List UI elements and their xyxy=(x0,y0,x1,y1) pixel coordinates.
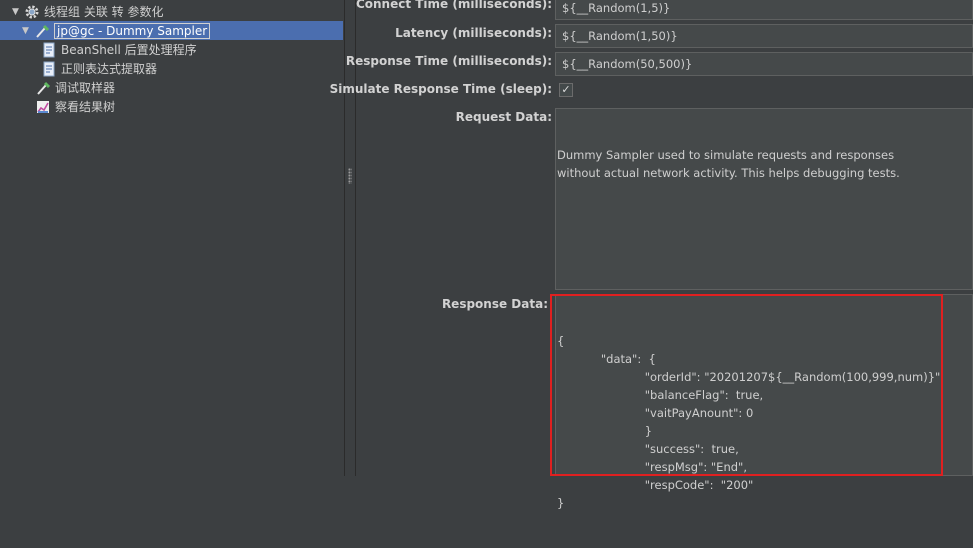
expand-arrow-icon[interactable]: ▼ xyxy=(12,7,23,17)
tree-item-label: 线程组 关联 转 参数化 xyxy=(44,5,164,19)
request-data-line: without actual network activity. This he… xyxy=(557,166,900,180)
gear-icon xyxy=(23,3,41,21)
expand-arrow-icon[interactable]: ▼ xyxy=(22,26,33,36)
response-data-line: "balanceFlag": true, xyxy=(557,388,764,402)
response-data-line: "respMsg": "End", xyxy=(557,460,747,474)
dummy-sampler-form: Connect Time (milliseconds): ${__Random(… xyxy=(330,0,973,510)
simulate-response-time-label: Simulate Response Time (sleep): xyxy=(329,82,552,96)
panel-splitter[interactable] xyxy=(344,0,356,476)
tree-item-label: 调试取样器 xyxy=(55,81,116,95)
graph-icon xyxy=(34,98,52,116)
script-icon xyxy=(40,41,58,59)
tree-item-beanshell[interactable]: BeanShell 后置处理程序 xyxy=(40,40,330,59)
tree-item-label: 正则表达式提取器 xyxy=(61,62,158,76)
response-time-label: Response Time (milliseconds): xyxy=(345,54,552,68)
tree-item-results-tree[interactable]: 察看结果树 xyxy=(34,97,324,116)
tree-item-label: 察看结果树 xyxy=(55,100,116,114)
connect-time-field[interactable]: ${__Random(1,5)} xyxy=(555,0,973,20)
response-data-line: } xyxy=(557,424,653,438)
response-data-line: "data": { xyxy=(557,352,656,366)
response-data-line: } xyxy=(557,496,565,510)
tree-item-debug-sampler[interactable]: 调试取样器 xyxy=(34,78,324,97)
request-data-line: Dummy Sampler used to simulate requests … xyxy=(557,148,895,162)
tree-item-dummy-sampler[interactable]: ▼ jp@gc - Dummy Sampler xyxy=(0,21,343,40)
tree-item-regex-extractor[interactable]: 正则表达式提取器 xyxy=(40,59,330,78)
tree-item-label: jp@gc - Dummy Sampler xyxy=(54,22,211,39)
tree-item-label: BeanShell 后置处理程序 xyxy=(61,43,197,57)
response-data-line: "orderId": "20201207${__Random(100,999,n… xyxy=(557,370,944,384)
pipette-icon xyxy=(33,22,51,40)
response-data-textarea[interactable]: { "data": { "orderId": "20201207${__Rand… xyxy=(555,294,973,510)
request-data-textarea[interactable]: Dummy Sampler used to simulate requests … xyxy=(555,108,973,290)
response-data-label: Response Data: xyxy=(441,297,548,311)
connect-time-label: Connect Time (milliseconds): xyxy=(355,0,552,11)
request-data-label: Request Data: xyxy=(455,110,552,124)
response-data-line: { xyxy=(557,334,565,348)
response-data-line: "success": true, xyxy=(557,442,739,456)
response-data-line: "vaitPayAnount": 0 xyxy=(557,406,754,420)
response-time-field[interactable]: ${__Random(50,500)} xyxy=(555,52,973,76)
simulate-response-time-checkbox[interactable]: ✓ xyxy=(559,83,573,97)
response-data-line: "respCode": "200" xyxy=(557,478,754,492)
pipette-icon xyxy=(34,79,52,97)
test-plan-tree: ▼ 线程组 关联 转 参数化 ▼ jp@gc - Dummy Sampler B… xyxy=(0,0,344,476)
script-icon xyxy=(40,60,58,78)
latency-label: Latency (milliseconds): xyxy=(395,26,552,40)
splitter-grip-icon[interactable] xyxy=(348,168,352,184)
latency-field[interactable]: ${__Random(1,50)} xyxy=(555,24,973,48)
tree-item-thread-group[interactable]: ▼ 线程组 关联 转 参数化 xyxy=(12,2,332,21)
